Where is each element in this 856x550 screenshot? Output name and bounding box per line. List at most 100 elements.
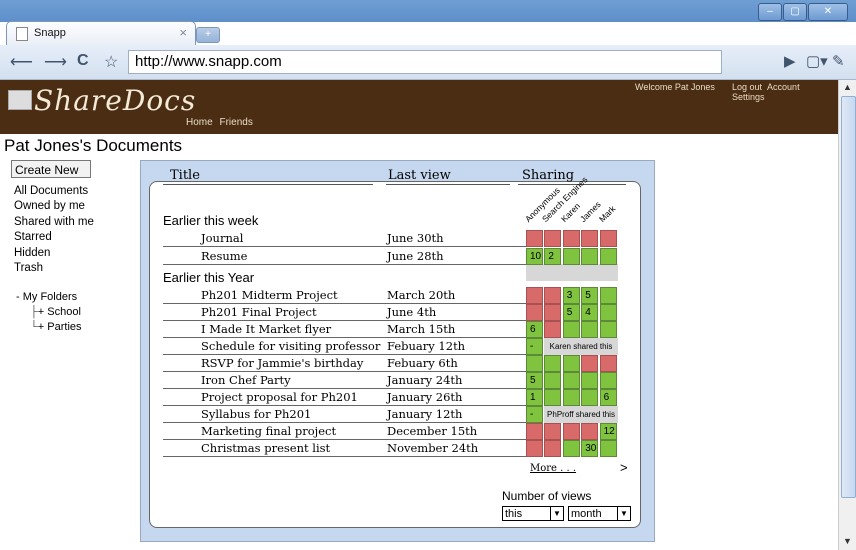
document-title[interactable]: Iron Chef Party (201, 373, 291, 387)
tab-close-icon[interactable]: × (179, 25, 187, 40)
sidebar-item-trash[interactable]: Trash (14, 261, 94, 276)
folder-school[interactable]: ├+ School (16, 305, 82, 320)
sharing-cell[interactable]: 6 (599, 389, 617, 406)
table-row[interactable]: Ph201 Midterm Project March 20th (163, 287, 526, 304)
account-link[interactable]: Account (767, 82, 800, 92)
table-row[interactable]: Marketing final project December 15th (163, 423, 526, 440)
document-title[interactable]: RSVP for Jammie's birthday (201, 356, 363, 370)
sharing-cell[interactable]: 30 (581, 440, 599, 457)
sharing-cell[interactable]: 5 (581, 287, 599, 304)
reload-icon[interactable]: C (77, 52, 89, 70)
table-row[interactable]: Iron Chef Party January 24th (163, 372, 526, 389)
sharing-cell[interactable] (544, 287, 562, 304)
scroll-down-icon[interactable]: ▼ (843, 536, 852, 546)
sharing-cell[interactable] (581, 321, 599, 338)
sharing-cell[interactable] (544, 304, 562, 321)
sharing-cell[interactable] (562, 423, 580, 440)
sharing-cell[interactable]: 4 (581, 304, 599, 321)
views-period-select[interactable]: this ▼ (502, 506, 564, 521)
folder-parties[interactable]: └+ Parties (16, 320, 82, 335)
forward-icon[interactable]: ⟶ (44, 52, 67, 72)
sharing-cell[interactable] (526, 423, 543, 440)
sidebar-item-hidden[interactable]: Hidden (14, 246, 94, 261)
scroll-thumb[interactable] (841, 96, 856, 498)
sharing-cell[interactable] (599, 304, 617, 321)
sharing-cell[interactable]: - (526, 338, 543, 355)
sharing-cell[interactable] (599, 372, 617, 389)
sharing-cell[interactable]: - (526, 406, 543, 423)
table-row[interactable]: Schedule for visiting professor Febuary 1… (163, 338, 526, 355)
sidebar-item-starred[interactable]: Starred (14, 230, 94, 245)
document-title[interactable]: Christmas present list (201, 441, 330, 455)
scroll-up-icon[interactable]: ▲ (843, 82, 852, 92)
sharing-cell[interactable] (544, 423, 562, 440)
minimize-icon[interactable]: – (758, 3, 782, 21)
sharing-cell[interactable]: 5 (526, 372, 543, 389)
folder-root[interactable]: - My Folders (16, 290, 82, 305)
sharing-cell[interactable]: 3 (562, 287, 580, 304)
sharing-cell[interactable] (599, 440, 617, 457)
sharing-cell[interactable] (581, 389, 599, 406)
browser-tab[interactable]: Snapp × (6, 21, 196, 46)
document-title[interactable]: Resume (201, 249, 247, 263)
document-title[interactable]: Ph201 Final Project (201, 305, 317, 319)
new-tab-icon[interactable]: + (196, 27, 220, 43)
sharing-cell[interactable] (562, 372, 580, 389)
sharing-cell[interactable] (544, 321, 562, 338)
logout-link[interactable]: Log out (732, 82, 762, 92)
sharing-cell[interactable]: 6 (526, 321, 543, 338)
address-bar[interactable]: http://www.snapp.com (128, 50, 722, 74)
sharing-cell[interactable] (526, 355, 543, 372)
sharing-cell[interactable] (581, 355, 599, 372)
page-menu-icon[interactable]: ▢▾ (806, 52, 828, 70)
settings-link[interactable]: Settings (732, 92, 765, 102)
sharing-cell[interactable] (544, 372, 562, 389)
wrench-icon[interactable]: ✎ (832, 52, 845, 70)
sharing-cell[interactable] (526, 304, 543, 321)
table-row[interactable]: Syllabus for Ph201 January 12th (163, 406, 526, 423)
sharing-cell[interactable] (581, 372, 599, 389)
sharing-cell[interactable] (562, 355, 580, 372)
table-row[interactable]: Journal June 30th (163, 230, 526, 247)
document-title[interactable]: Schedule for visiting professor (201, 339, 380, 353)
create-new-button[interactable]: Create New (11, 160, 91, 178)
sharing-cell[interactable] (544, 230, 562, 247)
table-row[interactable]: Ph201 Final Project June 4th (163, 304, 526, 321)
star-icon[interactable]: ☆ (104, 52, 118, 72)
sharing-cell[interactable] (562, 248, 580, 265)
sidebar-item-owned-by-me[interactable]: Owned by me (14, 199, 94, 214)
table-row[interactable]: RSVP for Jammie's birthday Febuary 6th (163, 355, 526, 372)
nav-home[interactable]: Home (186, 117, 213, 128)
sharing-cell[interactable] (599, 355, 617, 372)
sharing-cell[interactable]: 10 (526, 248, 543, 265)
site-logo[interactable]: ShareDocs (34, 84, 196, 117)
sharing-cell[interactable]: 1 (526, 389, 543, 406)
document-title[interactable]: Marketing final project (201, 424, 336, 438)
sharing-cell[interactable]: 12 (599, 423, 617, 440)
document-title[interactable]: Project proposal for Ph201 (201, 390, 358, 404)
sharing-cell[interactable]: 5 (562, 304, 580, 321)
sharing-cell[interactable] (544, 355, 562, 372)
sharing-cell[interactable] (526, 440, 543, 457)
next-page-icon[interactable]: > (620, 460, 628, 475)
sharing-cell[interactable] (562, 321, 580, 338)
sharing-cell[interactable] (599, 287, 617, 304)
sharing-cell[interactable]: 2 (544, 248, 562, 265)
sharing-cell[interactable] (562, 230, 580, 247)
table-row[interactable]: Project proposal for Ph201 January 26th (163, 389, 526, 406)
table-row[interactable]: I Made It Market flyer March 15th (163, 321, 526, 338)
table-row[interactable]: Christmas present list November 24th (163, 440, 526, 457)
vertical-scrollbar[interactable]: ▲ ▼ (838, 80, 856, 550)
sharing-cell[interactable] (526, 230, 543, 247)
sharing-cell[interactable] (562, 389, 580, 406)
more-link[interactable]: More . . . (530, 463, 576, 474)
sharing-cell[interactable] (599, 321, 617, 338)
close-window-icon[interactable]: ✕ (808, 3, 848, 21)
table-row[interactable]: Resume June 28th (163, 248, 526, 265)
document-title[interactable]: I Made It Market flyer (201, 322, 331, 336)
sharing-cell[interactable] (599, 230, 617, 247)
maximize-icon[interactable]: ▢ (783, 3, 807, 21)
back-icon[interactable]: ⟵ (10, 52, 33, 72)
sharing-cell[interactable] (599, 248, 617, 265)
play-icon[interactable]: ▶ (784, 52, 796, 70)
